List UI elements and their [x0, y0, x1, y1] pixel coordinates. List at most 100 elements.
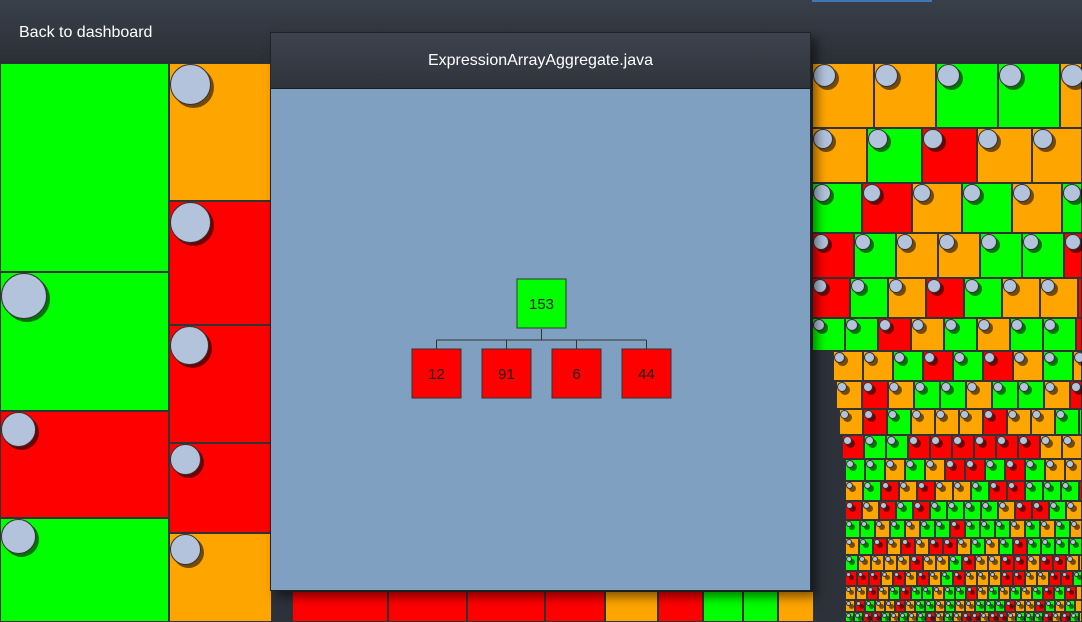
coverage-dot-icon	[912, 410, 921, 419]
treemap-cell[interactable]	[545, 591, 605, 622]
coverage-dot-icon	[1002, 572, 1007, 577]
coverage-dot-icon	[1033, 129, 1053, 149]
coverage-dot-icon	[978, 129, 998, 149]
coverage-dot-icon	[1074, 572, 1079, 577]
coverage-dot-icon	[954, 572, 959, 577]
coverage-dot-icon	[1044, 482, 1051, 489]
top-bar-accent	[812, 0, 932, 2]
tree-node-child[interactable]: 6	[551, 348, 602, 399]
coverage-dot-icon	[978, 572, 983, 577]
treemap-cell[interactable]	[743, 591, 778, 622]
coverage-dot-icon	[1026, 601, 1031, 606]
treemap-cell[interactable]	[1078, 278, 1082, 318]
coverage-dot-icon	[1062, 572, 1067, 577]
coverage-dot-icon	[915, 382, 925, 392]
coverage-dot-icon	[1041, 521, 1047, 527]
coverage-dot-icon	[972, 539, 978, 545]
coverage-dot-icon	[1014, 572, 1019, 577]
coverage-dot-icon	[1038, 572, 1043, 577]
coverage-dot-icon	[1011, 587, 1016, 592]
coverage-dot-icon	[1056, 539, 1062, 545]
tree-node-child[interactable]: 91	[481, 348, 532, 399]
treemap-cell[interactable]	[388, 591, 467, 622]
coverage-dot-icon	[927, 613, 932, 618]
coverage-dot-icon	[1041, 436, 1050, 445]
treemap-cell[interactable]	[703, 591, 743, 622]
coverage-dot-icon	[1035, 613, 1040, 618]
coverage-dot-icon	[1003, 279, 1017, 293]
coverage-dot-icon	[860, 539, 866, 545]
treemap-cell[interactable]	[292, 591, 388, 622]
treemap-cell[interactable]	[658, 591, 703, 622]
coverage-dot-icon	[1065, 234, 1081, 250]
coverage-dot-icon	[1071, 521, 1077, 527]
coverage-dot-icon	[851, 279, 865, 293]
coverage-dot-icon	[927, 279, 941, 293]
coverage-dot-icon	[906, 460, 914, 468]
coverage-dot-icon	[864, 410, 873, 419]
treemap-cell[interactable]	[1075, 600, 1082, 612]
tree-node-child-label: 91	[498, 366, 515, 383]
coverage-dot-icon	[1041, 279, 1055, 293]
coverage-dot-icon	[1032, 410, 1041, 419]
coverage-dot-icon	[990, 572, 995, 577]
coverage-dot-icon	[888, 410, 897, 419]
treemap-cell[interactable]	[0, 63, 169, 272]
coverage-dot-icon	[921, 521, 927, 527]
coverage-dot-icon	[1050, 502, 1057, 509]
coverage-dot-icon	[813, 64, 836, 87]
coverage-dot-icon	[931, 502, 938, 509]
coverage-dot-icon	[1006, 460, 1014, 468]
coverage-dot-icon	[1056, 601, 1061, 606]
coverage-dot-icon	[965, 279, 979, 293]
tree-node-child[interactable]: 12	[411, 348, 462, 399]
treemap-cell[interactable]	[605, 591, 658, 622]
tree-node-child[interactable]: 44	[621, 348, 672, 399]
coverage-dot-icon	[966, 521, 972, 527]
tree-node-root[interactable]: 153	[516, 278, 567, 329]
coverage-dot-icon	[865, 436, 874, 445]
coverage-dot-icon	[1062, 482, 1069, 489]
coverage-dot-icon	[891, 521, 897, 527]
coverage-dot-icon	[1015, 556, 1021, 562]
coverage-dot-icon	[990, 482, 997, 489]
coverage-dot-icon	[914, 502, 921, 509]
coverage-dot-icon	[170, 64, 211, 105]
treemap-cell[interactable]	[1076, 318, 1082, 351]
coverage-dot-icon	[868, 129, 888, 149]
coverage-dot-icon	[866, 460, 874, 468]
coverage-dot-icon	[1028, 539, 1034, 545]
coverage-dot-icon	[981, 521, 987, 527]
coverage-dot-icon	[978, 587, 983, 592]
treemap-cell[interactable]	[467, 591, 545, 622]
treemap-cell[interactable]	[778, 591, 814, 622]
coverage-dot-icon	[1008, 613, 1013, 618]
coverage-dot-icon	[918, 572, 923, 577]
coverage-dot-icon	[923, 129, 943, 149]
coverage-dot-icon	[912, 319, 924, 331]
coverage-dot-icon	[1062, 613, 1067, 618]
coverage-dot-icon	[870, 572, 875, 577]
coverage-dot-icon	[1023, 234, 1039, 250]
coverage-dot-icon	[813, 129, 833, 149]
coverage-dot-icon	[1074, 352, 1082, 363]
coverage-dot-icon	[1, 273, 47, 319]
coverage-dot-icon	[906, 601, 911, 606]
back-to-dashboard-link[interactable]: Back to dashboard	[19, 24, 152, 42]
coverage-dot-icon	[930, 539, 936, 545]
coverage-dot-icon	[880, 502, 887, 509]
coverage-dot-icon	[864, 613, 869, 618]
coverage-dot-icon	[989, 556, 995, 562]
coverage-dot-icon	[1008, 410, 1017, 419]
coverage-dot-icon	[876, 521, 882, 527]
coverage-dot-icon	[863, 502, 870, 509]
coverage-dot-icon	[900, 482, 907, 489]
coverage-dot-icon	[901, 587, 906, 592]
coverage-dot-icon	[888, 539, 894, 545]
coverage-dot-icon	[1019, 436, 1028, 445]
coverage-dot-icon	[1067, 502, 1074, 509]
coverage-dot-icon	[897, 234, 913, 250]
coverage-dot-icon	[170, 326, 209, 365]
treemap-cell[interactable]	[1076, 586, 1082, 600]
coverage-dot-icon	[1044, 352, 1055, 363]
